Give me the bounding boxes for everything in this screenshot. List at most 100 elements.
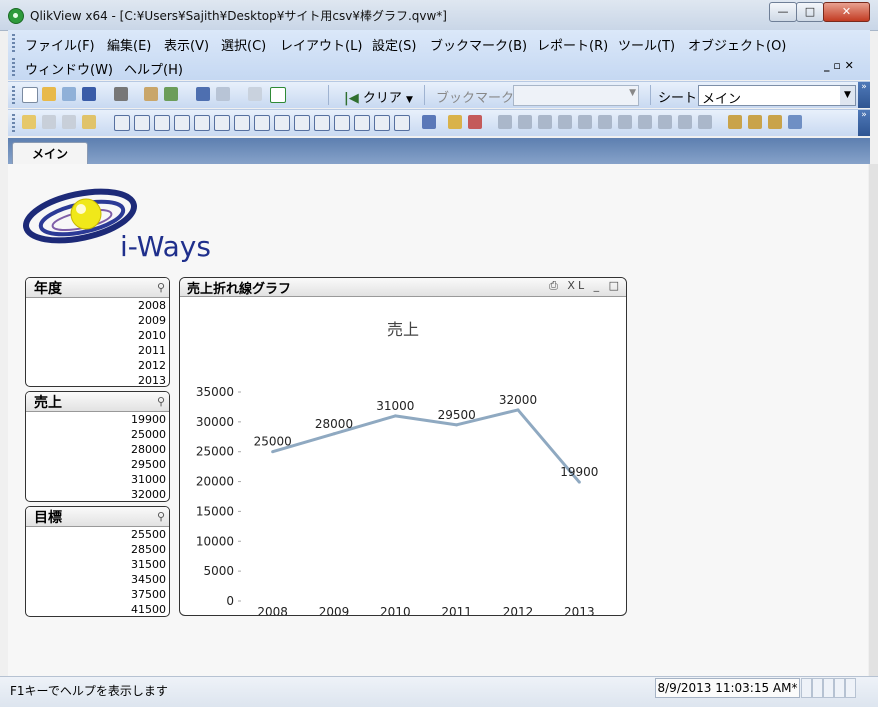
edit-module-icon[interactable] — [728, 115, 742, 129]
multibox-icon[interactable] — [154, 115, 170, 131]
button-object-icon[interactable] — [254, 115, 270, 131]
print-icon[interactable] — [114, 87, 128, 101]
new-sheet-icon[interactable] — [22, 115, 36, 129]
menubar-grip[interactable] — [12, 34, 15, 52]
new-object-wizard-icon[interactable] — [748, 115, 762, 129]
edit-script-icon[interactable] — [144, 87, 158, 101]
reload-data-icon[interactable] — [164, 87, 178, 101]
space-vertical-icon[interactable] — [638, 115, 652, 129]
align-left-icon[interactable] — [498, 115, 512, 129]
edit-properties-icon[interactable] — [768, 115, 782, 129]
search-icon[interactable]: ⚲ — [157, 281, 165, 294]
list-item[interactable]: 41500 — [26, 602, 169, 616]
list-item[interactable]: 25000 — [26, 427, 169, 442]
minimize-button[interactable]: — — [769, 2, 797, 22]
reload-icon[interactable] — [62, 87, 76, 101]
list-item[interactable]: 28000 — [26, 442, 169, 457]
list-item[interactable]: 28500 — [26, 542, 169, 557]
menu-layout[interactable]: レイアウト(L) — [280, 35, 362, 54]
search-object-icon[interactable] — [354, 115, 370, 131]
list-item[interactable]: 2010 — [26, 328, 169, 343]
align-right-icon[interactable] — [538, 115, 552, 129]
list-item[interactable]: 2011 — [26, 343, 169, 358]
listbox-year[interactable]: 年度 ⚲ 2008 2009 2010 2011 2012 2013 — [25, 277, 170, 387]
menu-bookmark[interactable]: ブックマーク(B) — [430, 35, 527, 54]
current-selections-icon[interactable] — [234, 115, 250, 131]
toolbar-overflow-button[interactable]: » — [858, 110, 870, 136]
chart-object[interactable]: 売上折れ線グラフ ⎙ XL _ □ 売上 0 5000 10000 15000 20000… — [179, 277, 627, 616]
toolbar-overflow-button[interactable]: » — [858, 82, 870, 108]
toolbar-grip[interactable] — [12, 86, 15, 104]
list-item[interactable]: 31500 — [26, 557, 169, 572]
chart-icon[interactable] — [194, 115, 210, 131]
listbox-sales[interactable]: 売上 ⚲ 19900 25000 28000 29500 31000 32000 — [25, 391, 170, 502]
list-item[interactable]: 34500 — [26, 572, 169, 587]
sheet-dropdown[interactable]: メイン ▼ — [698, 85, 856, 107]
adjust-left-icon[interactable] — [658, 115, 672, 129]
maximize-button[interactable]: □ — [796, 2, 824, 22]
menu-file[interactable]: ファイル(F) — [25, 35, 95, 54]
list-item[interactable]: 2012 — [26, 358, 169, 373]
input-box-icon[interactable] — [214, 115, 230, 131]
close-button[interactable]: ✕ — [823, 2, 870, 22]
space-horizontal-icon[interactable] — [618, 115, 632, 129]
menu-settings[interactable]: 設定(S) — [372, 35, 416, 54]
list-item[interactable]: 31000 — [26, 472, 169, 487]
clear-button[interactable]: |◀ クリア ▼ — [344, 87, 413, 106]
chart-caption-icons[interactable]: ⎙ XL _ □ — [549, 279, 622, 293]
menu-window[interactable]: ウィンドウ(W) — [25, 59, 113, 78]
list-item[interactable]: 29500 — [26, 457, 169, 472]
format-painter-icon[interactable] — [448, 115, 462, 129]
list-item[interactable]: 19900 — [26, 412, 169, 427]
redo-icon[interactable] — [216, 87, 230, 101]
promote-sheet-icon[interactable] — [42, 115, 56, 129]
listbox-icon[interactable] — [114, 115, 130, 131]
search-icon[interactable] — [248, 87, 262, 101]
sheet-properties-icon[interactable] — [82, 115, 96, 129]
menu-object[interactable]: オブジェクト(O) — [688, 35, 786, 54]
mdi-window-controls[interactable]: _ ▫ ✕ — [824, 59, 854, 72]
selections-checkmark-icon[interactable] — [270, 87, 286, 103]
list-item[interactable]: 37500 — [26, 587, 169, 602]
listbox-target[interactable]: 目標 ⚲ 25500 28500 31500 34500 37500 41500 — [25, 506, 170, 617]
tab-main[interactable]: メイン — [12, 142, 88, 165]
bookmark-dropdown[interactable]: ▼ — [513, 85, 639, 106]
text-object-icon[interactable] — [274, 115, 290, 131]
list-item[interactable]: 2013 — [26, 373, 169, 386]
vertical-scrollbar[interactable] — [869, 164, 878, 676]
list-item[interactable]: 32000 — [26, 487, 169, 501]
menu-tools[interactable]: ツール(T) — [618, 35, 675, 54]
menubar-grip-row2[interactable] — [12, 58, 15, 76]
menu-report[interactable]: レポート(R) — [537, 35, 608, 54]
undo-icon[interactable] — [196, 87, 210, 101]
search-icon[interactable]: ⚲ — [157, 395, 165, 408]
snap-grid-icon[interactable] — [468, 115, 482, 129]
new-document-icon[interactable] — [22, 87, 38, 103]
list-item[interactable]: 2008 — [26, 298, 169, 313]
menu-edit[interactable]: 編集(E) — [107, 35, 151, 54]
menu-view[interactable]: 表示(V) — [164, 35, 209, 54]
menu-select[interactable]: 選択(C) — [221, 35, 266, 54]
container-icon[interactable] — [374, 115, 390, 131]
bookmark-object-icon[interactable] — [334, 115, 350, 131]
line-arrow-icon[interactable] — [294, 115, 310, 131]
search-icon[interactable]: ⚲ — [157, 510, 165, 523]
align-top-icon[interactable] — [598, 115, 612, 129]
demote-sheet-icon[interactable] — [62, 115, 76, 129]
save-icon[interactable] — [82, 87, 96, 101]
align-middle-icon[interactable] — [578, 115, 592, 129]
align-center-icon[interactable] — [518, 115, 532, 129]
properties-icon[interactable] — [422, 115, 436, 129]
menu-help[interactable]: ヘルプ(H) — [124, 59, 183, 78]
toolbar-grip[interactable] — [12, 114, 15, 132]
distribute-icon[interactable] — [698, 115, 712, 129]
slider-icon[interactable] — [314, 115, 330, 131]
custom-object-icon[interactable] — [394, 115, 410, 131]
list-item[interactable]: 25500 — [26, 527, 169, 542]
adjust-top-icon[interactable] — [678, 115, 692, 129]
statistics-box-icon[interactable] — [134, 115, 150, 131]
table-box-icon[interactable] — [174, 115, 190, 131]
align-bottom-icon[interactable] — [558, 115, 572, 129]
open-folder-icon[interactable] — [42, 87, 56, 101]
table-viewer-icon[interactable] — [788, 115, 802, 129]
